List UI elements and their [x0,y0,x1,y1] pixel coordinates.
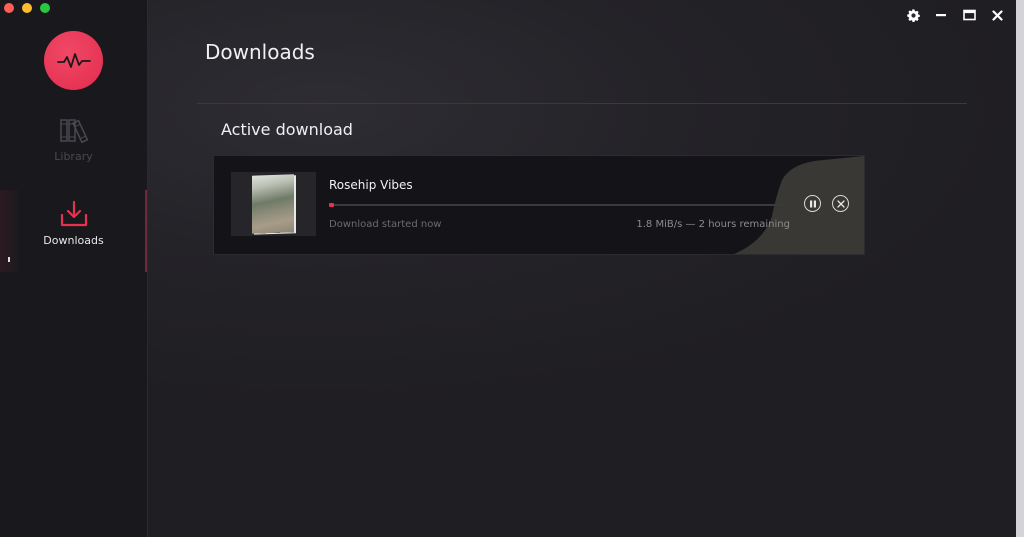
close-icon [836,199,845,208]
section-title: Active download [221,120,353,139]
window-maximize-light[interactable] [40,3,50,13]
gear-icon[interactable] [906,8,920,22]
app-window: Library Downloads Downloads Active downl… [0,0,1016,537]
window-minimize-light[interactable] [22,3,32,13]
close-icon[interactable] [990,8,1004,22]
page-title: Downloads [205,40,315,64]
app-logo [44,31,103,90]
window-close-light[interactable] [4,3,14,13]
download-speed-eta: 1.8 MiB/s — 2 hours remaining [636,219,790,230]
download-progress-bar [329,203,789,207]
album-cover [231,172,316,236]
minimize-icon[interactable] [934,8,948,22]
download-status: Download started now [329,219,442,230]
product-box-image [252,174,294,234]
download-title: Rosehip Vibes [329,178,413,192]
pause-button[interactable] [804,195,821,212]
pulse-icon [56,52,91,68]
drag-handle [8,257,10,262]
cancel-button[interactable] [832,195,849,212]
download-card: Rosehip Vibes Download started now 1.8 M… [213,155,865,255]
sidebar-item-library[interactable]: Library [0,118,147,163]
download-icon [60,200,87,227]
maximize-icon[interactable] [962,8,976,22]
books-icon [59,119,88,144]
main-content: Downloads Active download Rosehip Vibes … [148,0,1016,537]
progress-fill [329,203,334,207]
sidebar-item-downloads[interactable]: Downloads [0,190,147,272]
traffic-lights [4,3,50,13]
pause-icon [809,200,816,207]
divider [197,103,967,104]
sidebar-item-label: Library [54,150,93,163]
sidebar: Library Downloads [0,0,148,537]
window-controls [906,8,1004,22]
sidebar-item-label: Downloads [43,234,104,247]
